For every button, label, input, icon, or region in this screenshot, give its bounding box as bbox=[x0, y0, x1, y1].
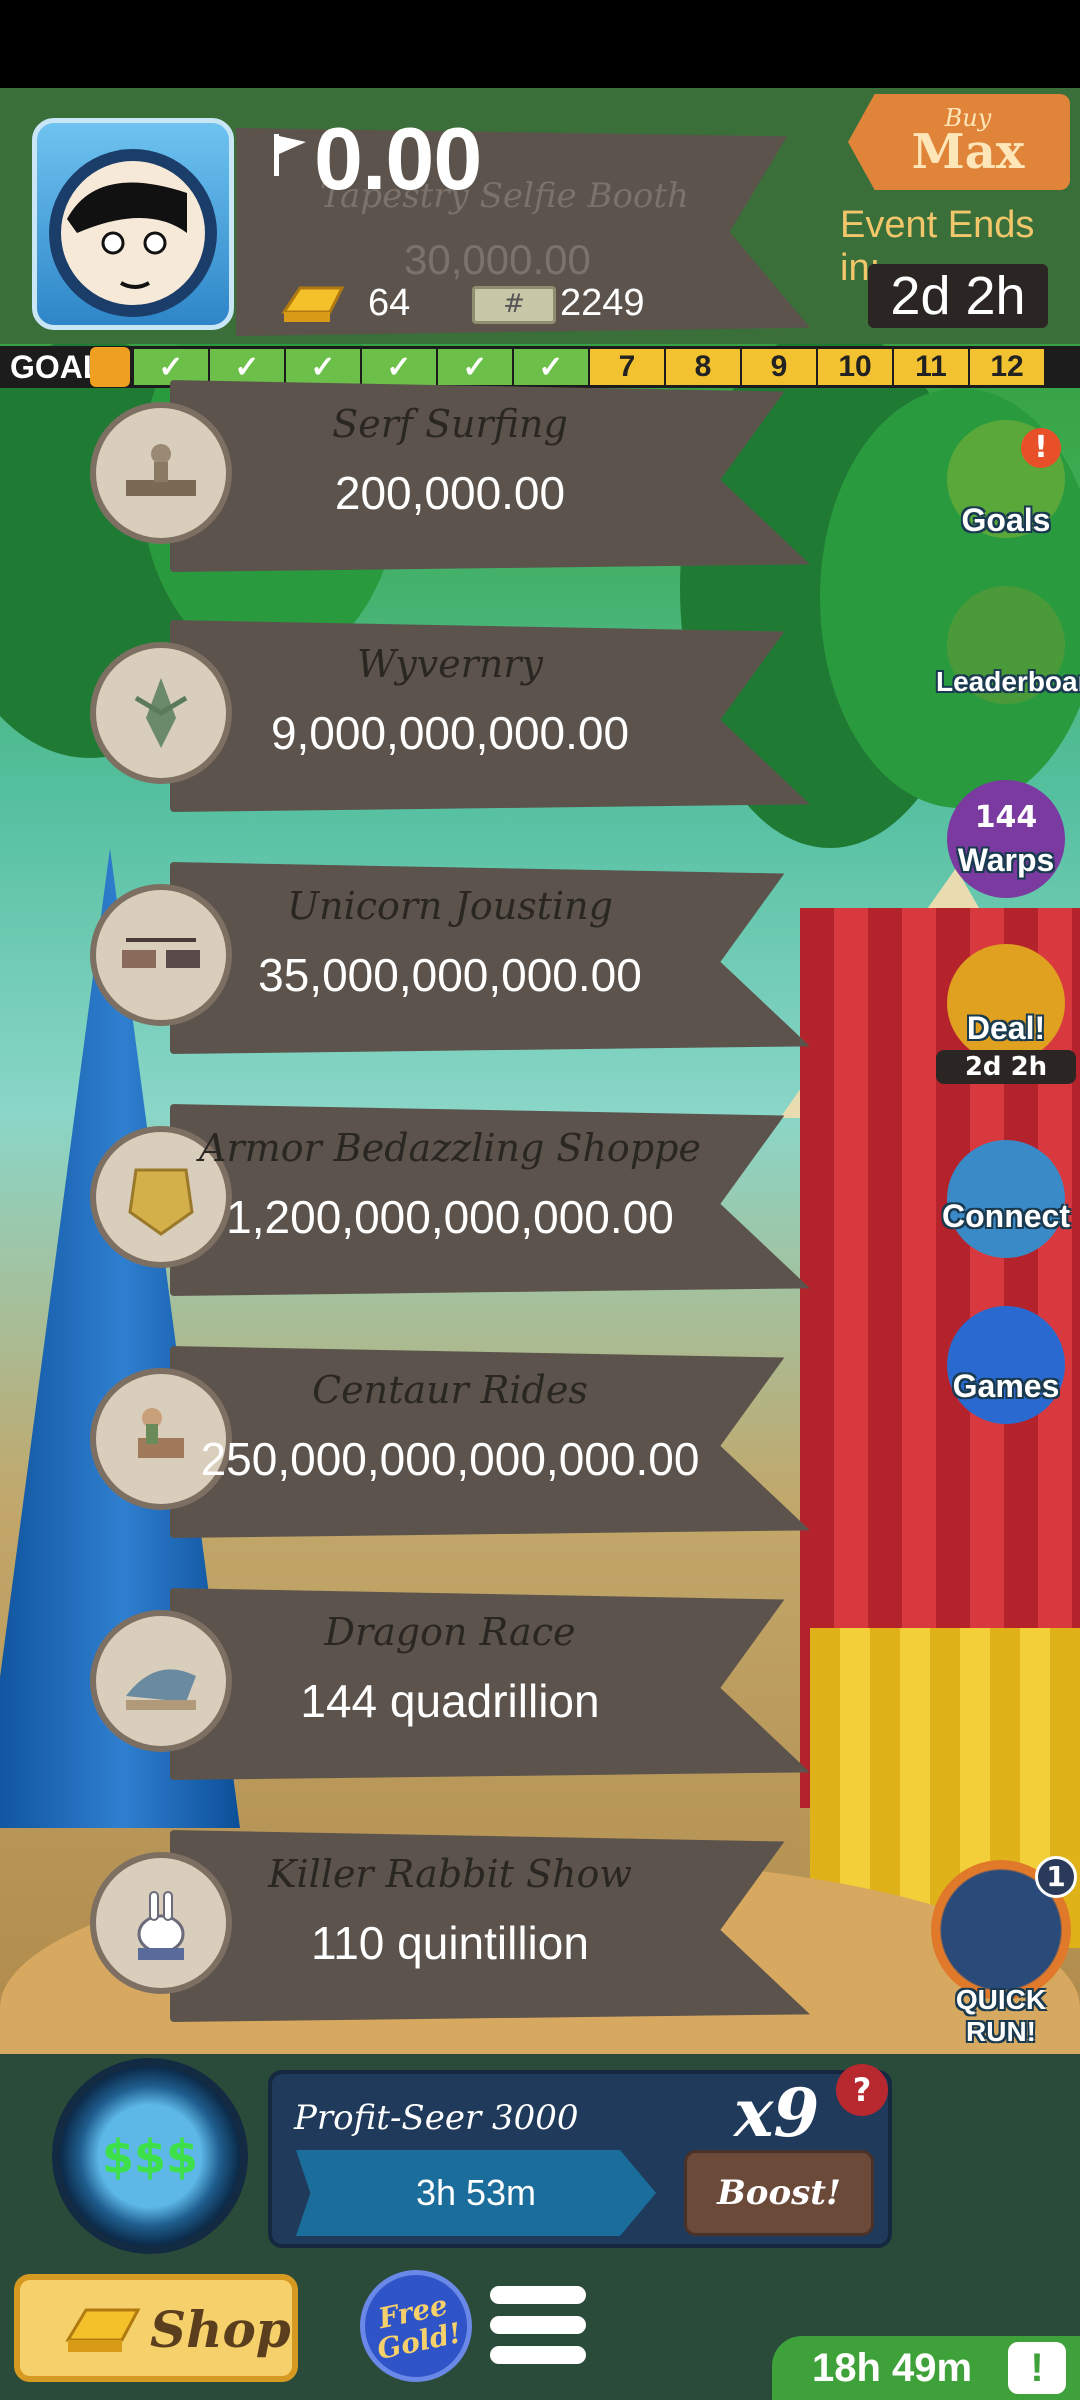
flag-icon bbox=[274, 134, 306, 176]
business-unicorn-jousting[interactable]: Unicorn Jousting 35,000,000,000.00 bbox=[90, 862, 810, 1054]
leaderboard-button[interactable]: Leaderboard bbox=[936, 586, 1080, 704]
business-name: Killer Rabbit Show bbox=[268, 1852, 632, 1896]
alert-badge: ! bbox=[1021, 428, 1061, 468]
deal-button-label: Deal! bbox=[966, 1010, 1046, 1046]
quick-run-character-icon: 1 bbox=[931, 1856, 1077, 2000]
warps-count: 144 bbox=[974, 800, 1038, 835]
help-button[interactable]: ? bbox=[836, 2064, 888, 2116]
megabucks-icon: # bbox=[472, 286, 556, 324]
manager-timer: 3h 53m bbox=[296, 2150, 656, 2236]
player-avatar[interactable] bbox=[32, 118, 234, 330]
event-time: 2d 2h bbox=[868, 264, 1048, 328]
manager-name: Profit-Seer 3000 bbox=[294, 2098, 579, 2138]
megabucks-count: 2249 bbox=[560, 282, 645, 324]
warp-icon: 144 bbox=[947, 780, 1065, 898]
goal-cell: 12 bbox=[970, 349, 1046, 385]
hamburger-menu-icon[interactable] bbox=[490, 2286, 586, 2370]
games-button[interactable]: Games bbox=[936, 1306, 1076, 1436]
gold-count: 64 bbox=[368, 282, 411, 324]
business-value: 200,000.00 bbox=[334, 467, 566, 519]
connect-button-label: Connect bbox=[942, 1198, 1070, 1234]
business-armor-bedazzling-shoppe[interactable]: Armor Bedazzling Shoppe 1,200,000,000,00… bbox=[90, 1104, 810, 1296]
goal-cell: 10 bbox=[818, 349, 894, 385]
cash-amount: 0.00 bbox=[314, 109, 482, 208]
business-value: 110 quintillion bbox=[311, 1917, 589, 1969]
business-name: Dragon Race bbox=[324, 1610, 576, 1654]
business-value: 35,000,000,000.00 bbox=[258, 949, 642, 1001]
boost-button[interactable]: Boost! bbox=[684, 2150, 874, 2236]
business-value: 1,200,000,000,000.00 bbox=[226, 1191, 674, 1243]
deal-button[interactable]: Deal! 2d 2h bbox=[936, 944, 1076, 1084]
business-dragon-race[interactable]: Dragon Race 144 quadrillion bbox=[90, 1588, 810, 1780]
quick-run-button[interactable]: 1 QUICK RUN! bbox=[926, 1856, 1077, 2047]
leaderboard-button-label: Leaderboard bbox=[936, 666, 1080, 697]
business-value: 144 quadrillion bbox=[300, 1675, 600, 1727]
connect-button[interactable]: Connect bbox=[936, 1140, 1076, 1260]
deal-timer: 2d 2h bbox=[936, 1050, 1076, 1084]
business-wyvernry[interactable]: Wyvernry 9,000,000,000.00 bbox=[90, 620, 810, 812]
business-name: Armor Bedazzling Shoppe bbox=[199, 1126, 701, 1170]
goals-label: GOALS bbox=[10, 348, 124, 385]
business-value: 9,000,000,000.00 bbox=[270, 707, 630, 759]
business-centaur-rides[interactable]: Centaur Rides 250,000,000,000,000.00 bbox=[90, 1346, 810, 1538]
buy-max-bottom: Max bbox=[911, 124, 1025, 180]
quick-run-badge: 1 bbox=[1035, 1856, 1077, 1898]
quick-run-label: QUICK RUN! bbox=[955, 1984, 1047, 2047]
status-bar bbox=[0, 0, 1080, 88]
event-timer-tab[interactable]: 18h 49m ! bbox=[772, 2336, 1080, 2400]
next-business-ghost-value: 30,000.00 bbox=[404, 236, 591, 283]
business-name: Centaur Rides bbox=[312, 1368, 588, 1412]
gold-bar-icon bbox=[65, 2308, 141, 2352]
warps-button-label: Warps bbox=[957, 842, 1055, 878]
buy-max-button[interactable]: Buy Max bbox=[848, 94, 1070, 190]
manager-orb[interactable]: $$$ bbox=[52, 2058, 248, 2254]
business-killer-rabbit-show[interactable]: Killer Rabbit Show 110 quintillion bbox=[90, 1830, 810, 2022]
business-name: Unicorn Jousting bbox=[287, 884, 613, 928]
gold-bar-icon bbox=[281, 286, 345, 322]
event-timer-text: 18h 49m bbox=[812, 2346, 973, 2390]
business-value: 250,000,000,000,000.00 bbox=[200, 1433, 700, 1485]
warps-button[interactable]: 144 Warps bbox=[936, 780, 1076, 910]
business-name: Wyvernry bbox=[357, 642, 543, 686]
shop-label: Shop bbox=[150, 2300, 291, 2359]
manager-multiplier: x9 bbox=[734, 2074, 820, 2152]
goals-button[interactable]: ! Goals bbox=[936, 420, 1076, 560]
business-name: Serf Surfing bbox=[332, 402, 568, 446]
alert-icon: ! bbox=[1008, 2342, 1066, 2394]
astronaut-avatar-icon bbox=[49, 149, 217, 317]
business-serf-surfing[interactable]: Serf Surfing 200,000.00 bbox=[90, 380, 810, 572]
goal-cell: 11 bbox=[894, 349, 970, 385]
shop-button[interactable]: Shop bbox=[14, 2274, 298, 2382]
goals-button-label: Goals bbox=[961, 502, 1051, 538]
crystal-ball-icon: $$$ bbox=[101, 2130, 199, 2184]
hippo-icon bbox=[947, 1306, 1065, 1424]
games-button-label: Games bbox=[952, 1368, 1060, 1404]
